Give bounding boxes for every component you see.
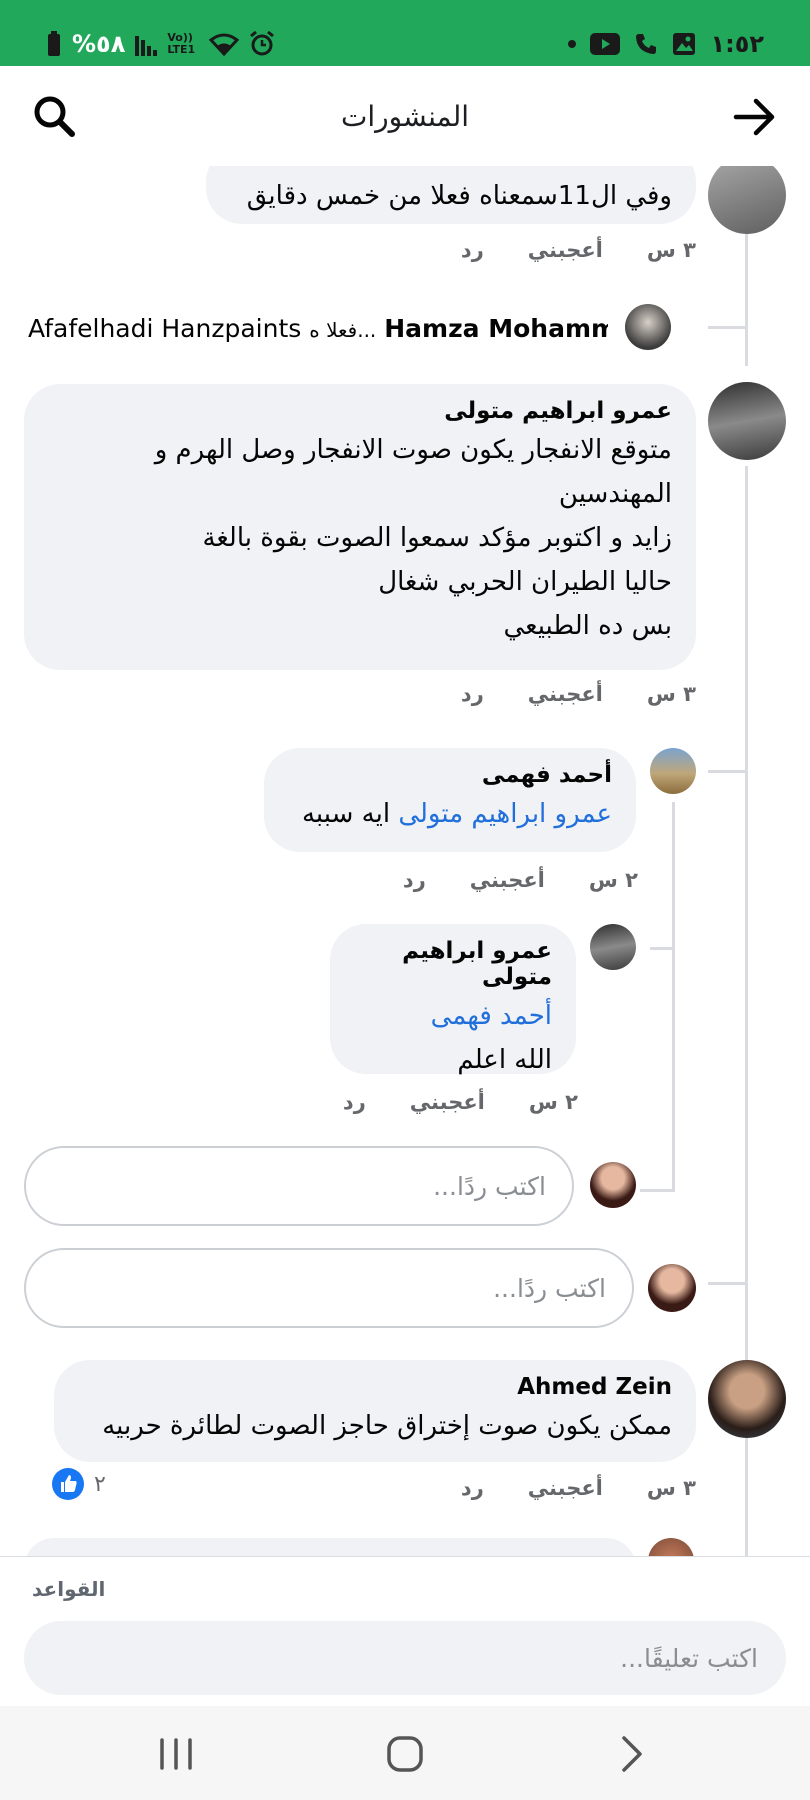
- signal-icon: [135, 36, 158, 56]
- comment-line: المهندسين: [558, 479, 672, 509]
- comment-bubble: [24, 1538, 636, 1556]
- avatar[interactable]: [708, 166, 786, 234]
- like-button[interactable]: أعجبني: [410, 1090, 485, 1114]
- thread-line: [672, 802, 675, 1192]
- reply-body: الله اعلم: [457, 1045, 552, 1075]
- like-button[interactable]: أعجبني: [528, 238, 603, 262]
- status-left: %٥٨ Vo)) LTE1: [46, 30, 275, 58]
- back-icon[interactable]: [608, 1732, 652, 1776]
- comment-input[interactable]: اكتب تعليقًا...: [24, 1621, 786, 1695]
- reply-actions: ٢ س أعجبني رد: [388, 868, 638, 892]
- mention-link[interactable]: عمرو ابراهيم متولى: [398, 799, 612, 829]
- thread-line: [708, 770, 748, 773]
- avatar[interactable]: [650, 748, 696, 794]
- avatar: [590, 1162, 636, 1208]
- author-name[interactable]: عمرو ابراهيم متولى: [354, 938, 552, 990]
- author-name[interactable]: عمرو ابراهيم متولى: [48, 398, 672, 424]
- comment-line: متوقع الانفجار يكون صوت الانفجار وصل اله…: [154, 435, 672, 465]
- like-button[interactable]: أعجبني: [470, 868, 545, 892]
- battery-icon: [48, 31, 60, 56]
- comment-input-placeholder: اكتب تعليقًا...: [620, 1643, 758, 1673]
- rules-link[interactable]: القواعد: [32, 1577, 105, 1601]
- arrow-right-icon[interactable]: [732, 94, 778, 140]
- status-right: ١:٥٢: [568, 30, 764, 58]
- status-bar: %٥٨ Vo)) LTE1 ١:٥٢: [0, 0, 810, 66]
- youtube-icon: [590, 33, 621, 55]
- comment-time: ٢ س: [528, 1090, 578, 1114]
- home-icon[interactable]: [383, 1732, 427, 1776]
- comment-time: ٣ س: [646, 682, 696, 706]
- reply-button[interactable]: رد: [343, 1090, 366, 1114]
- author-name[interactable]: أحمد فهمى: [288, 762, 612, 788]
- comment-bubble: وفي ال11سمعناه فعلا من خمس دقايق: [206, 166, 696, 224]
- page-title: المنشورات: [340, 100, 470, 133]
- reaction-count: ٢: [94, 1471, 106, 1497]
- system-nav-bar: [0, 1706, 810, 1800]
- comment-text: وفي ال11سمعناه فعلا من خمس دقايق: [246, 181, 672, 211]
- reply-button[interactable]: رد: [461, 238, 484, 262]
- battery-text: %٥٨: [72, 30, 126, 58]
- author-name[interactable]: Ahmed Zein: [78, 1374, 672, 1400]
- comment-line: بس ده الطبيعي: [503, 611, 673, 641]
- clock-time: ١:٥٢: [710, 30, 764, 58]
- comment-line: حاليا الطيران الحربي شغال: [378, 567, 672, 597]
- comment-bubble: عمرو ابراهيم متولى متوقع الانفجار يكون ص…: [24, 384, 696, 670]
- comment-text: ممكن يكون صوت إختراق حاجز الصوت لطائرة ح…: [102, 1411, 672, 1441]
- reply-button[interactable]: رد: [403, 868, 426, 892]
- comment-actions: ٣ س أعجبني رد: [446, 1476, 696, 1500]
- app-header: المنشورات: [0, 66, 810, 166]
- gallery-icon: [673, 33, 696, 55]
- comment-bubble: Ahmed Zein ممكن يكون صوت إختراق حاجز الص…: [54, 1360, 696, 1462]
- reply-input[interactable]: اكتب ردًا...: [24, 1146, 574, 1226]
- reply-bubble: عمرو ابراهيم متولى أحمد فهمى الله اعلم: [330, 924, 576, 1075]
- comment-line: زايد و اكتوبر مؤكد سمعوا الصوت بقوة بالغ…: [202, 523, 672, 553]
- reply-bubble: أحمد فهمى عمرو ابراهيم متولى ايه سببه: [264, 748, 636, 852]
- avatar[interactable]: [708, 382, 786, 460]
- reply-summary-others: Afafelhadi Hanzpaints: [28, 314, 302, 343]
- comment-composer: القواعد اكتب تعليقًا...: [0, 1556, 810, 1706]
- comment-actions: ٣ س أعجبني رد: [446, 238, 696, 262]
- reply-input[interactable]: اكتب ردًا...: [24, 1248, 634, 1328]
- phone-icon: [636, 34, 657, 54]
- reply-summary[interactable]: Afafelhadi Hanzpaints فعلا ه... Hamza Mo…: [28, 314, 608, 343]
- thread-line: [650, 947, 675, 950]
- reply-summary-snippet: فعلا ه...: [309, 318, 377, 342]
- alarm-icon: [250, 31, 275, 56]
- like-button[interactable]: أعجبني: [528, 1476, 603, 1500]
- comment-actions: ٣ س أعجبني رد: [446, 682, 696, 706]
- notification-dot-icon: [568, 40, 577, 48]
- reaction-summary[interactable]: ٢: [52, 1468, 106, 1500]
- like-button[interactable]: أعجبني: [528, 682, 603, 706]
- reply-input-placeholder: اكتب ردًا...: [493, 1273, 606, 1303]
- reply-body: ايه سببه: [301, 799, 399, 829]
- recent-apps-icon[interactable]: [154, 1732, 198, 1776]
- avatar: [648, 1264, 696, 1312]
- reply-input-placeholder: اكتب ردًا...: [433, 1171, 546, 1201]
- avatar[interactable]: [648, 1538, 694, 1556]
- comments-feed: وفي ال11سمعناه فعلا من خمس دقايق ٣ س أعج…: [0, 166, 810, 1556]
- comment-time: ٣ س: [646, 1476, 696, 1500]
- avatar[interactable]: [625, 304, 671, 350]
- avatar[interactable]: [708, 1360, 786, 1438]
- reply-button[interactable]: رد: [461, 1476, 484, 1500]
- volte-text: Vo)) LTE1: [167, 31, 196, 56]
- avatar[interactable]: [590, 924, 636, 970]
- reply-summary-name: Hamza Mohammad: [384, 314, 608, 343]
- thread-line: [640, 1189, 675, 1192]
- reply-button[interactable]: رد: [461, 682, 484, 706]
- comment-time: ٣ س: [646, 238, 696, 262]
- reply-text: عمرو ابراهيم متولى ايه سببه: [288, 792, 612, 836]
- reply-actions: ٢ س أعجبني رد: [328, 1090, 578, 1114]
- thread-line: [708, 326, 748, 329]
- thread-line: [708, 1282, 748, 1285]
- mention-link[interactable]: أحمد فهمى: [354, 994, 552, 1038]
- wifi-icon: [209, 33, 240, 56]
- comment-time: ٢ س: [588, 868, 638, 892]
- like-reaction-icon: [52, 1468, 84, 1500]
